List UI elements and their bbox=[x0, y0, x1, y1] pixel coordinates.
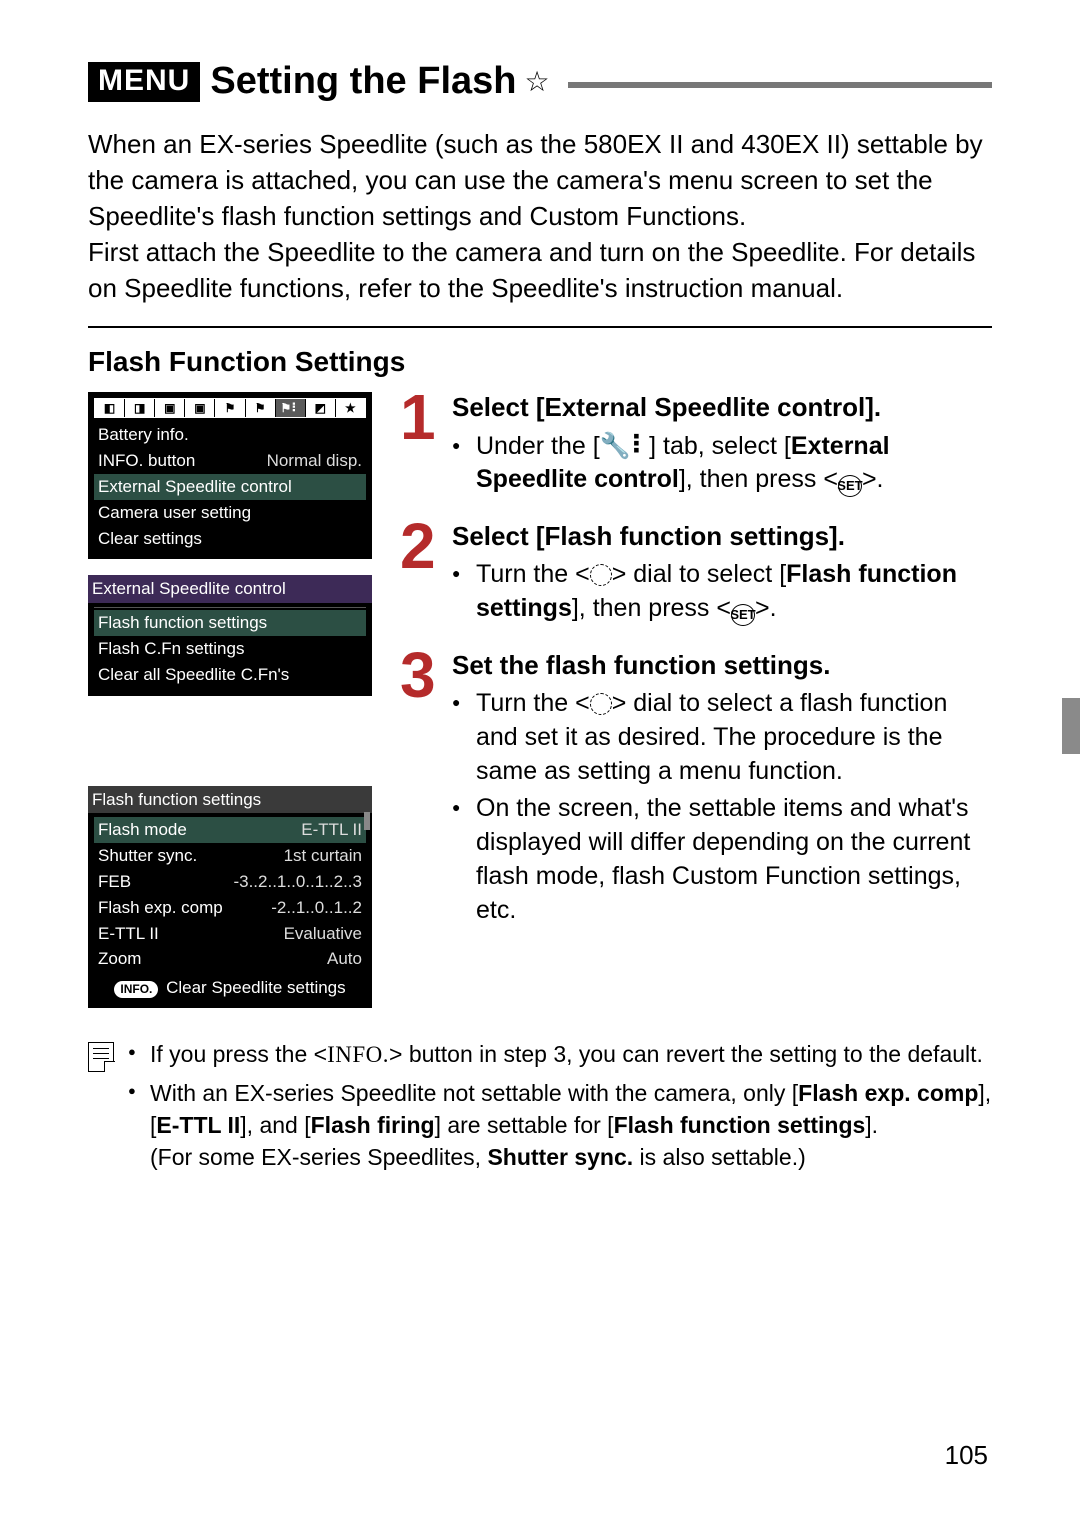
lcd-divider bbox=[94, 607, 366, 608]
lcd-submenu-item: Clear all Speedlite C.Fn's bbox=[94, 662, 366, 688]
step-bullet: On the screen, the settable items and wh… bbox=[452, 792, 992, 927]
lcd-tab-bar: ◧ ◨ ▣ ▣ ⚑ ⚑ ⚑⠇ ◩ ★ bbox=[94, 398, 366, 418]
lcd-tab-wrench-icon: ⚑ bbox=[215, 399, 244, 417]
lcd-setting-row: Flash exp. comp-2..1..0..1..2 bbox=[94, 895, 366, 921]
page-edge-tab bbox=[1062, 698, 1080, 754]
lcd-tab-star-icon: ★ bbox=[336, 399, 365, 417]
title-divider bbox=[568, 82, 992, 88]
lcd-footer-text: Clear Speedlite settings bbox=[166, 978, 346, 997]
lcd-tab-camera-icon: ◧ bbox=[95, 399, 124, 417]
lcd-tab-play-icon: ▣ bbox=[155, 399, 184, 417]
step-bullet: Under the [🔧⠇] tab, select [External Spe… bbox=[452, 430, 992, 498]
lcd-footer: INFO. Clear Speedlite settings bbox=[94, 976, 366, 1000]
divider bbox=[88, 326, 992, 328]
lcd-menu-item: INFO. buttonNormal disp. bbox=[94, 448, 366, 474]
intro-paragraphs: When an EX-series Speedlite (such as the… bbox=[88, 127, 992, 306]
lcd-setting-row: FEB-3..2..1..0..1..2..3 bbox=[94, 869, 366, 895]
step: 2Select [Flash function settings]. Turn t… bbox=[400, 521, 992, 630]
lcd-submenu-title: External Speedlite control bbox=[88, 575, 372, 603]
intro-p1: When an EX-series Speedlite (such as the… bbox=[88, 127, 992, 235]
lcd-setting-row: Shutter sync.1st curtain bbox=[94, 843, 366, 869]
lcd-menu-item: Camera user setting bbox=[94, 500, 366, 526]
lcd-setting-row: E-TTL IIEvaluative bbox=[94, 921, 366, 947]
intro-p2: First attach the Speedlite to the camera… bbox=[88, 235, 992, 307]
lcd-tab-cfn-icon: ◩ bbox=[306, 399, 335, 417]
info-text-icon: INFO. bbox=[327, 1042, 389, 1067]
step-bullet: Turn the <> dial to select [Flash functi… bbox=[452, 558, 992, 626]
page-number: 105 bbox=[945, 1440, 988, 1471]
lcd-submenu-item: Flash function settings bbox=[94, 610, 366, 636]
step-title: Select [Flash function settings]. bbox=[452, 521, 992, 552]
step-number: 2 bbox=[400, 521, 452, 572]
lcd-submenu-item: Flash C.Fn settings bbox=[94, 636, 366, 662]
quick-dial-icon bbox=[590, 564, 612, 586]
lcd-screenshot-menu: ◧ ◨ ▣ ▣ ⚑ ⚑ ⚑⠇ ◩ ★ Battery info.INFO. bu… bbox=[88, 392, 372, 559]
lcd-tab-play2-icon: ▣ bbox=[185, 399, 214, 417]
step-number: 1 bbox=[400, 392, 452, 443]
lcd-screenshot-submenu: External Speedlite control Flash functio… bbox=[88, 575, 372, 695]
lcd-screenshot-flash-settings: Flash function settings Flash modeE-TTL … bbox=[88, 786, 372, 1008]
note-bullet: If you press the <INFO.> button in step … bbox=[128, 1038, 992, 1071]
section-heading: Flash Function Settings bbox=[88, 346, 992, 378]
info-pill-icon: INFO. bbox=[114, 981, 158, 998]
step: 3Set the flash function settings. Turn th… bbox=[400, 650, 992, 931]
note-bullet: With an EX-series Speedlite not settable… bbox=[128, 1077, 992, 1174]
lcd-setting-row: Flash modeE-TTL II bbox=[94, 817, 366, 843]
quick-dial-icon bbox=[590, 693, 612, 715]
wrench-dots-icon: 🔧⠇ bbox=[600, 432, 649, 460]
step-bullet: Turn the <> dial to select a flash funct… bbox=[452, 687, 992, 788]
lcd-scrollbar-icon bbox=[364, 812, 370, 830]
star-icon: ☆ bbox=[524, 65, 549, 98]
page-title-row: MENU Setting the Flash ☆ bbox=[88, 60, 992, 103]
note-page-icon bbox=[88, 1042, 114, 1072]
lcd-tab-wrench2-icon: ⚑ bbox=[246, 399, 275, 417]
set-button-icon: SET bbox=[731, 604, 755, 626]
page-title: Setting the Flash bbox=[210, 60, 516, 103]
lcd-flash-title: Flash function settings bbox=[88, 786, 372, 814]
step-title: Select [External Speedlite control]. bbox=[452, 392, 992, 423]
lcd-menu-item: Clear settings bbox=[94, 526, 366, 552]
lcd-tab-wrench3-icon: ⚑⠇ bbox=[276, 399, 305, 417]
lcd-menu-item: Battery info. bbox=[94, 422, 366, 448]
lcd-menu-item: External Speedlite control bbox=[94, 474, 366, 500]
step: 1Select [External Speedlite control]. Und… bbox=[400, 392, 992, 501]
lcd-tab-camera2-icon: ◨ bbox=[125, 399, 154, 417]
steps-list: 1Select [External Speedlite control]. Und… bbox=[400, 392, 992, 931]
menu-badge: MENU bbox=[88, 62, 200, 102]
step-title: Set the flash function settings. bbox=[452, 650, 992, 681]
lcd-setting-row: ZoomAuto bbox=[94, 946, 366, 972]
set-button-icon: SET bbox=[838, 475, 862, 497]
step-number: 3 bbox=[400, 650, 452, 701]
notes-list: If you press the <INFO.> button in step … bbox=[128, 1038, 992, 1180]
